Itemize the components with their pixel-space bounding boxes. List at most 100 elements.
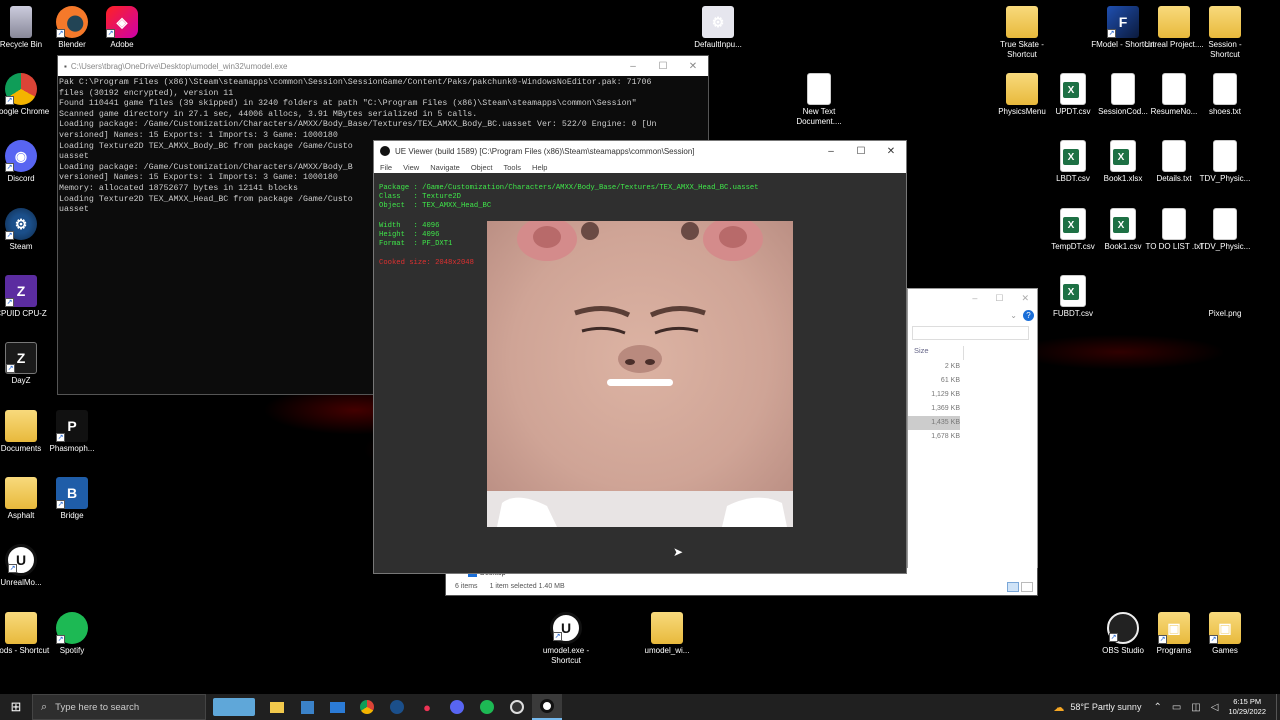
show-desktop-button[interactable] (1276, 694, 1280, 720)
file-row-size[interactable]: 1,678 KB (908, 430, 960, 444)
desktop-shortcut-bridge[interactable]: B ↗ Bridge (40, 477, 104, 521)
minimize-button[interactable]: – (618, 61, 648, 72)
ue-viewer-window[interactable]: UE Viewer (build 1589) [C:\Program Files… (373, 140, 907, 574)
help-icon[interactable]: ? (1023, 309, 1034, 321)
desktop-icon-label: UnrealMo... (0, 578, 42, 587)
desktop-shortcut-dayz[interactable]: Z ↗ DayZ (0, 342, 53, 386)
file-row-size[interactable]: 1,369 KB (908, 402, 960, 416)
maps-taskbar-icon[interactable]: ● (412, 694, 442, 720)
new-text-document-icon (807, 73, 831, 105)
maximize-button[interactable]: ☐ (846, 146, 876, 157)
desktop-shortcut-umodel-exe[interactable]: U ↗ umodel.exe - Shortcut (534, 612, 598, 666)
steam-taskbar-icon[interactable] (382, 694, 412, 720)
desktop-icon-label: Discord (7, 174, 35, 183)
chevron-down-icon[interactable]: ⌄ (1010, 311, 1017, 320)
menu-navigate[interactable]: Navigate (430, 163, 460, 172)
umodel-exe-icon: U ↗ (550, 612, 582, 644)
column-header-size[interactable]: Size (908, 346, 964, 360)
programs-icon: ▣ ↗ (1158, 612, 1190, 644)
file-row-size[interactable]: 61 KB (908, 374, 960, 388)
close-button[interactable]: ✕ (1021, 293, 1029, 304)
battery-icon[interactable]: ▭ (1172, 702, 1181, 713)
steam-icon: ⚙ ↗ (5, 208, 37, 240)
windows-start-icon[interactable]: ⊞ (0, 694, 32, 720)
cpuz-icon: Z ↗ (5, 275, 37, 307)
desktop-shortcut-steam[interactable]: ⚙ ↗ Steam (0, 208, 53, 252)
defaultinput-icon: ⚙ (702, 6, 734, 38)
explorer-titlebar[interactable]: – ☐ ✕ (908, 289, 1037, 307)
uev-titlebar[interactable]: UE Viewer (build 1589) [C:\Program Files… (374, 141, 906, 161)
umodel-taskbar-icon[interactable] (532, 694, 562, 720)
desktop-shortcut-shoes-txt[interactable]: shoes.txt (1193, 73, 1257, 117)
file-row-size[interactable]: 2 KB (908, 360, 960, 374)
network-icon[interactable]: ◫ (1191, 702, 1200, 713)
unrealmodel-icon: U ↗ (5, 544, 37, 576)
desktop-shortcut-umodel-folder[interactable]: umodel_wi... (635, 612, 699, 656)
menu-help[interactable]: Help (532, 163, 547, 172)
explorer-search-box[interactable] (912, 326, 1029, 340)
explorer-file-list: 2 KB 61 KB 1,129 KB 1,369 KB 1,435 KB 1,678 K… (908, 360, 1037, 444)
desktop-icon-label: Games (1212, 646, 1238, 655)
taskbar: ⊞ ⌕ Type here to search ● ☁ 58°F Partly … (0, 694, 1280, 720)
large-icons-view-icon[interactable] (1021, 582, 1033, 592)
maximize-button[interactable]: ☐ (648, 61, 678, 72)
tdv-physic2-icon (1213, 208, 1237, 240)
desktop-shortcut-games[interactable]: ▣ ↗ Games (1193, 612, 1257, 656)
desktop-shortcut-fubdt-csv[interactable]: X FUBDT.csv (1041, 275, 1105, 319)
desktop-shortcut-session-shortcut[interactable]: Session - Shortcut (1193, 6, 1257, 60)
volume-icon[interactable]: ◁ (1211, 702, 1219, 713)
close-button[interactable]: ✕ (876, 146, 906, 157)
desktop-icon-label: Session - Shortcut (1208, 40, 1242, 59)
obs-taskbar-icon[interactable] (502, 694, 532, 720)
tdv-physic-icon (1213, 140, 1237, 172)
clock[interactable]: 6:15 PM 10/29/2022 (1228, 697, 1266, 717)
dayz-icon: Z ↗ (5, 342, 37, 374)
pixel-png-icon (1209, 275, 1241, 307)
desktop-shortcut-unrealmodel[interactable]: U ↗ UnrealMo... (0, 544, 53, 588)
menu-file[interactable]: File (380, 163, 392, 172)
menu-tools[interactable]: Tools (504, 163, 522, 172)
desktop-shortcut-pixel-png[interactable]: Pixel.png (1193, 275, 1257, 319)
discord-taskbar-icon[interactable] (442, 694, 472, 720)
file-row-size[interactable]: 1,435 KB (908, 416, 960, 430)
desktop-shortcut-defaultinput[interactable]: ⚙ DefaultInpu... (686, 6, 750, 50)
menu-view[interactable]: View (403, 163, 419, 172)
chevron-up-icon[interactable]: ⌃ (1153, 702, 1161, 713)
texture-preview[interactable] (487, 221, 793, 527)
desktop-shortcut-tdv-physic2[interactable]: TDV_Physic... (1193, 208, 1257, 252)
details-view-icon[interactable] (1007, 582, 1019, 592)
widgets-icon[interactable] (206, 694, 262, 720)
desktop-icon-label: umodel.exe - Shortcut (542, 646, 590, 665)
phasmophobia-icon: P ↗ (56, 410, 88, 442)
file-explorer-taskbar-icon[interactable] (262, 694, 292, 720)
desktop-shortcut-new-text-document[interactable]: New Text Document.... (787, 73, 851, 127)
physicsmenu-icon (1006, 73, 1038, 105)
minimize-button[interactable]: – (816, 146, 846, 157)
desktop-icon-label: DayZ (11, 376, 31, 385)
store-taskbar-icon[interactable] (292, 694, 322, 720)
unreal-project-icon (1158, 6, 1190, 38)
weather-widget[interactable]: ☁ 58°F Partly sunny (1053, 701, 1141, 714)
maximize-button[interactable]: ☐ (995, 293, 1003, 304)
mail-taskbar-icon[interactable] (322, 694, 352, 720)
spotify-taskbar-icon[interactable] (472, 694, 502, 720)
close-button[interactable]: ✕ (678, 61, 708, 72)
minimize-button[interactable]: – (972, 293, 977, 303)
console-titlebar[interactable]: ▪ C:\Users\tbrag\OneDrive\Desktop\umodel… (58, 56, 708, 76)
desktop-shortcut-phasmophobia[interactable]: P ↗ Phasmoph... (40, 410, 104, 454)
file-row-size[interactable]: 1,129 KB (908, 388, 960, 402)
status-item-count: 6 items (455, 583, 478, 590)
desktop-shortcut-adobe[interactable]: ◈ ↗ Adobe (90, 6, 154, 50)
chrome-taskbar-icon[interactable] (352, 694, 382, 720)
desktop-shortcut-cpuz[interactable]: Z ↗ CPUID CPU-Z (0, 275, 53, 319)
menu-object[interactable]: Object (471, 163, 493, 172)
desktop-shortcut-tdv-physic[interactable]: TDV_Physic... (1193, 140, 1257, 184)
todo-list-icon (1162, 208, 1186, 240)
file-explorer-window[interactable]: – ☐ ✕ ⌄ ? Size 2 KB 61 KB 1,129 KB 1,369 KB… (907, 288, 1038, 596)
desktop-shortcut-trueskate[interactable]: True Skate - Shortcut (990, 6, 1054, 60)
desktop-shortcut-discord[interactable]: ◉ ↗ Discord (0, 140, 53, 184)
desktop-shortcut-spotify[interactable]: ↗ Spotify (40, 612, 104, 656)
search-box[interactable]: ⌕ Type here to search (32, 694, 206, 720)
desktop-icon-label: True Skate - Shortcut (1000, 40, 1044, 59)
desktop-shortcut-chrome[interactable]: ↗ Google Chrome (0, 73, 53, 117)
